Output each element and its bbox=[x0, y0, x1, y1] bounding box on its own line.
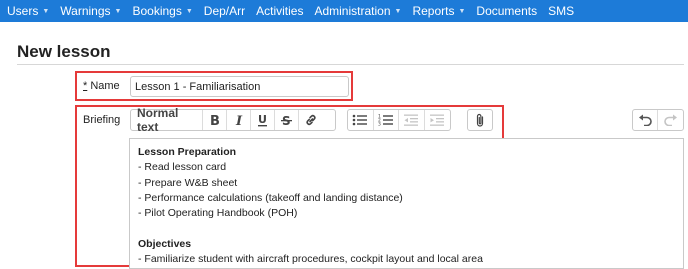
underline-icon: U bbox=[257, 113, 267, 127]
title-divider bbox=[17, 64, 684, 65]
numbered-list-icon: 123 bbox=[378, 114, 393, 128]
nav-item-bookings[interactable]: Bookings ▼ bbox=[132, 4, 192, 18]
nav-item-label: Documents bbox=[476, 4, 538, 18]
attachment-icon bbox=[476, 113, 484, 127]
chevron-down-icon: ▼ bbox=[185, 7, 193, 15]
briefing-editor[interactable]: Lesson Preparation - Read lesson card - Pr… bbox=[129, 138, 684, 269]
history-toolbar bbox=[632, 109, 684, 131]
name-label-text: Name bbox=[87, 80, 120, 92]
editor-line: - Performance calculations (takeoff and … bbox=[138, 191, 403, 204]
nav-item-activities[interactable]: Activities bbox=[256, 4, 303, 18]
nav-item-reports[interactable]: Reports ▼ bbox=[412, 4, 465, 18]
bullet-list-icon bbox=[352, 114, 368, 126]
redo-button[interactable] bbox=[658, 110, 683, 130]
svg-text:U: U bbox=[258, 113, 267, 126]
undo-button[interactable] bbox=[633, 110, 659, 130]
nav-item-users[interactable]: Users ▼ bbox=[7, 4, 49, 18]
indent-button[interactable] bbox=[425, 110, 450, 130]
bold-icon: B bbox=[210, 114, 220, 127]
chevron-down-icon: ▼ bbox=[394, 7, 402, 15]
chevron-down-icon: ▼ bbox=[458, 7, 466, 15]
svg-text:3: 3 bbox=[378, 122, 381, 128]
svg-text:I: I bbox=[235, 114, 243, 127]
formatting-toolbar: Normal text B I U S bbox=[130, 106, 336, 134]
nav-item-label: Bookings bbox=[132, 4, 182, 18]
editor-line: - Read lesson card bbox=[138, 161, 227, 174]
chevron-down-icon: ▼ bbox=[42, 7, 50, 15]
strikethrough-icon: S bbox=[280, 114, 292, 127]
list-toolbar: 123 bbox=[347, 109, 451, 131]
nav-item-sms[interactable]: SMS bbox=[548, 4, 574, 18]
bold-button[interactable]: B bbox=[203, 110, 227, 130]
name-label: * Name bbox=[83, 80, 120, 92]
nav-item-label: Administration bbox=[314, 4, 391, 18]
editor-line: - Prepare W&B sheet bbox=[138, 176, 238, 189]
undo-icon bbox=[638, 114, 652, 126]
attachment-button[interactable] bbox=[468, 110, 492, 130]
nav-item-label: Users bbox=[7, 4, 39, 18]
editor-heading: Lesson Preparation bbox=[138, 146, 237, 158]
underline-button[interactable]: U bbox=[251, 110, 275, 130]
editor-line: - Familiarize student with aircraft proc… bbox=[138, 253, 483, 266]
format-dropdown[interactable]: Normal text bbox=[131, 106, 203, 134]
nav-item-label: SMS bbox=[548, 4, 575, 18]
nav-item-label: Dep/Arr bbox=[203, 4, 246, 18]
nav-item-documents[interactable]: Documents bbox=[476, 4, 537, 18]
top-nav-bar: Users ▼ Warnings ▼ Bookings ▼ Dep/Arr Activitie… bbox=[0, 0, 688, 22]
editor-blank-line bbox=[138, 221, 675, 236]
link-button[interactable] bbox=[299, 110, 323, 130]
nav-item-label: Reports bbox=[412, 4, 455, 18]
briefing-label: Briefing bbox=[83, 114, 121, 126]
strikethrough-button[interactable]: S bbox=[275, 110, 299, 130]
redo-icon bbox=[664, 114, 677, 126]
editor-heading: Objectives bbox=[138, 237, 192, 250]
chevron-down-icon: ▼ bbox=[114, 7, 122, 15]
nav-item-administration[interactable]: Administration ▼ bbox=[314, 4, 401, 18]
attachment-toolbar bbox=[467, 109, 493, 131]
editor-line: - Pilot Operating Handbook (POH) bbox=[138, 207, 298, 220]
italic-icon: I bbox=[235, 114, 243, 127]
nav-item-label: Warnings bbox=[60, 4, 111, 18]
name-input[interactable] bbox=[130, 76, 349, 97]
nav-item-dep-arr[interactable]: Dep/Arr bbox=[204, 4, 245, 18]
link-icon bbox=[306, 114, 316, 126]
outdent-button[interactable] bbox=[399, 110, 425, 130]
bullet-list-button[interactable] bbox=[348, 110, 374, 130]
page-title: New lesson bbox=[17, 42, 111, 61]
indent-icon bbox=[430, 114, 445, 126]
nav-item-warnings[interactable]: Warnings ▼ bbox=[60, 4, 121, 18]
svg-text:B: B bbox=[210, 114, 220, 127]
numbered-list-button[interactable]: 123 bbox=[374, 110, 399, 130]
nav-item-label: Activities bbox=[256, 4, 304, 18]
italic-button[interactable]: I bbox=[227, 110, 251, 130]
outdent-icon bbox=[404, 114, 419, 126]
